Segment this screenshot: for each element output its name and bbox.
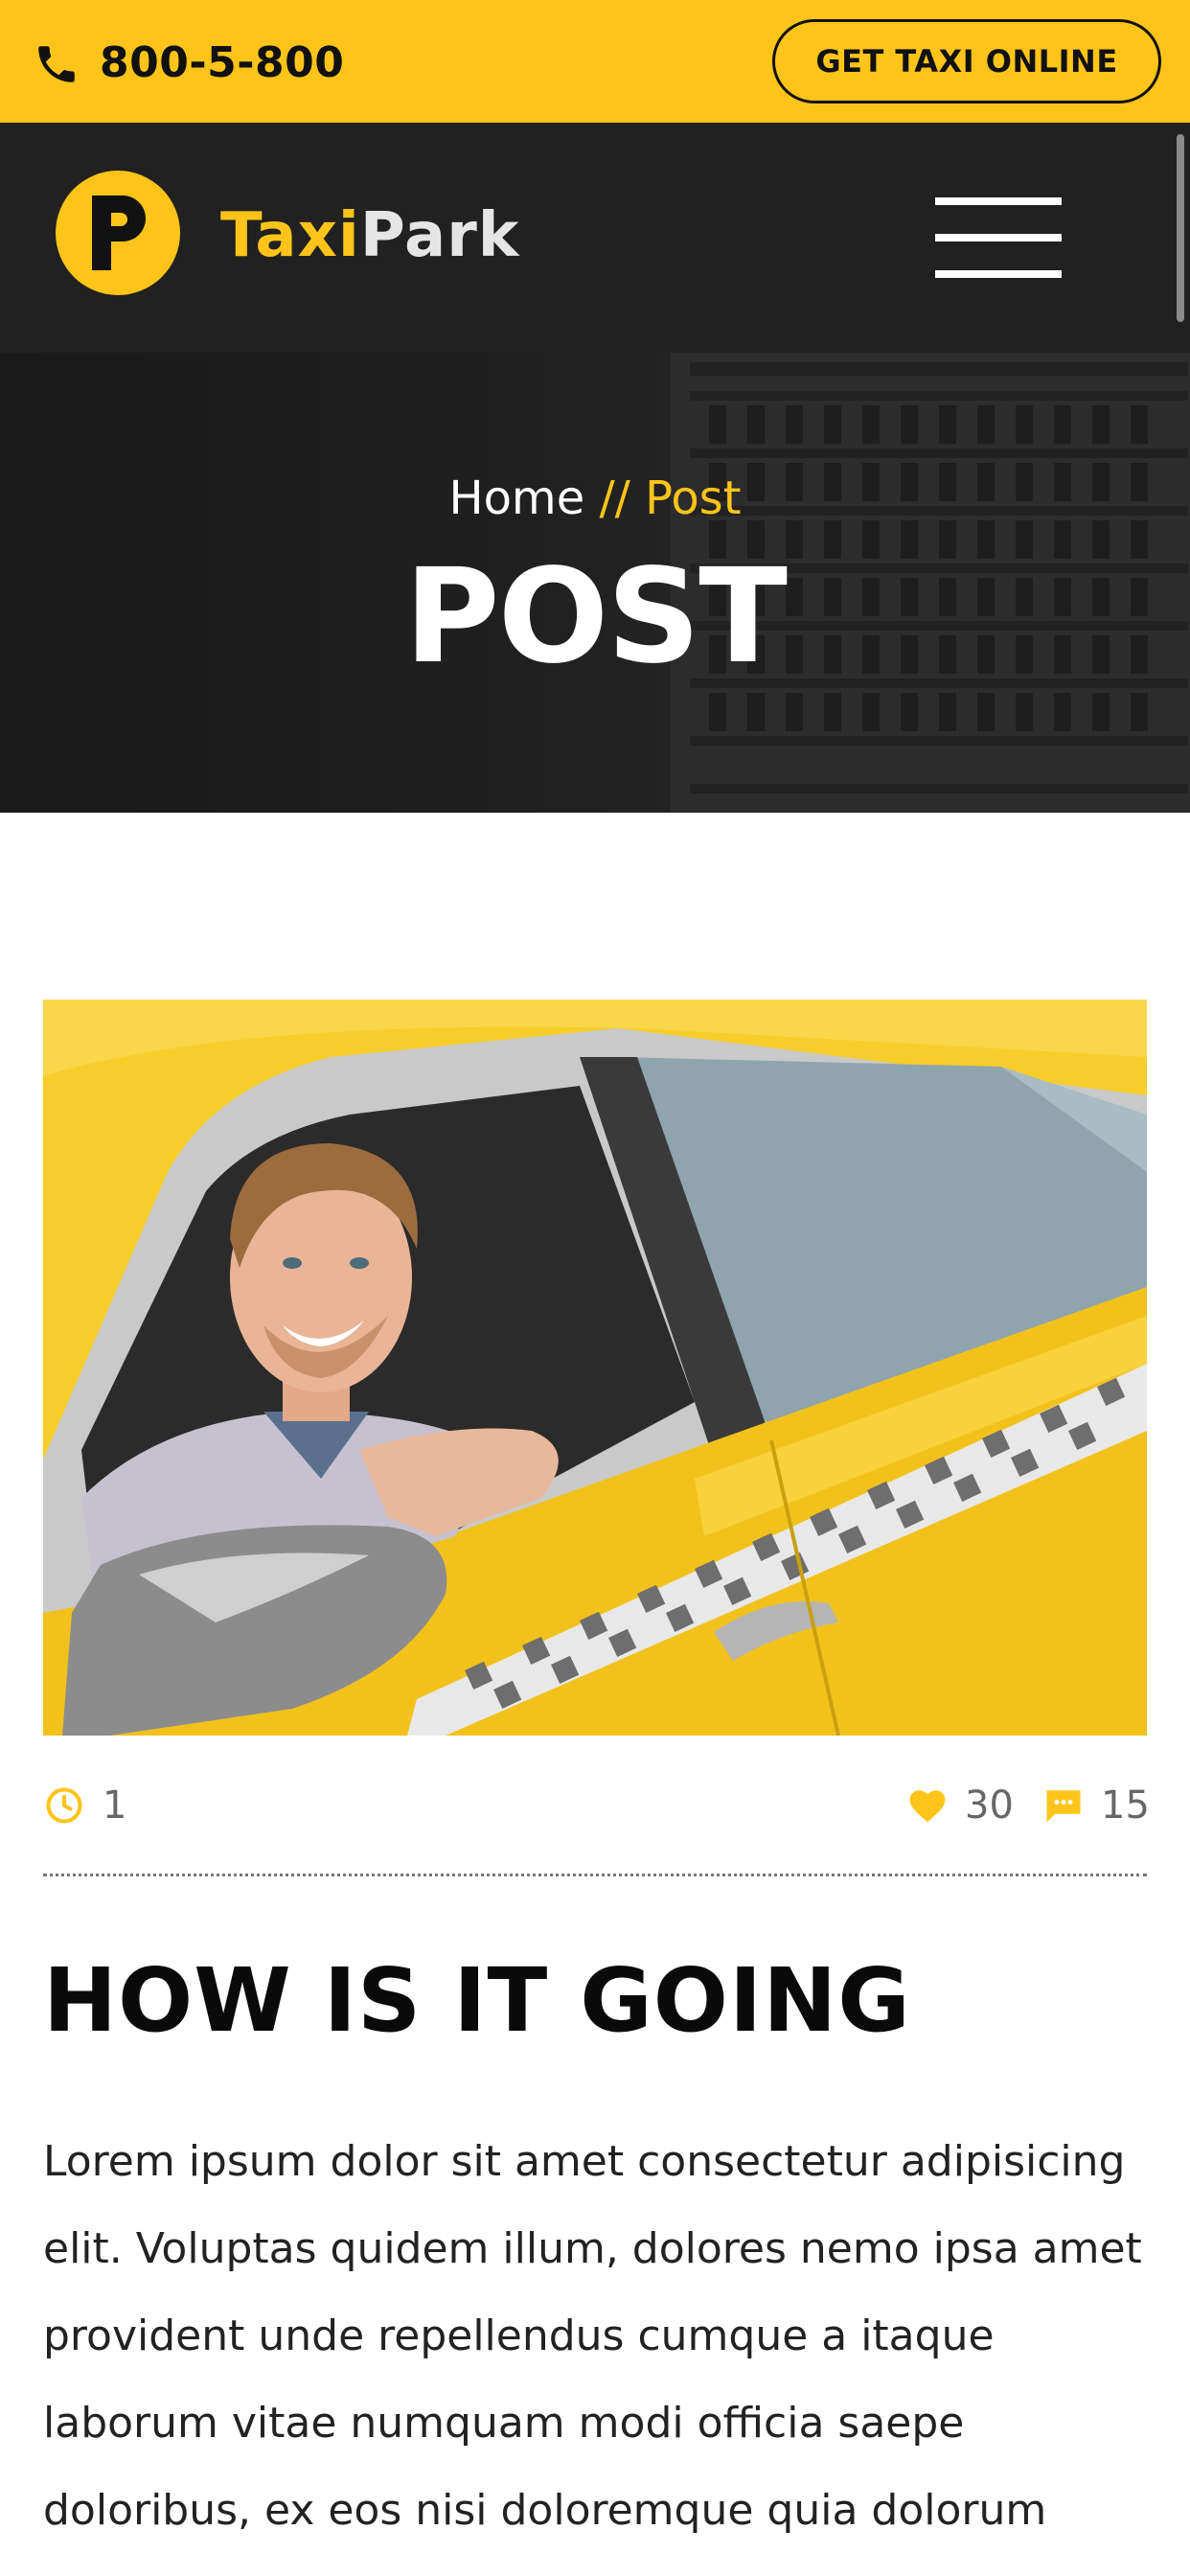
breadcrumb: Home // Post <box>0 468 1190 529</box>
phone-number[interactable]: 800-5-800 <box>100 33 344 94</box>
post-body: Lorem ipsum dolor sit amet consectetur a… <box>43 2137 1142 2535</box>
taxi-driver-photo[interactable] <box>43 1000 1147 1736</box>
phone-icon <box>38 46 75 82</box>
page-scrollbar[interactable] <box>1177 134 1184 322</box>
logo-text[interactable]: TaxiPark <box>220 197 519 274</box>
hamburger-menu-icon[interactable] <box>935 197 1062 278</box>
taxipark-logo[interactable] <box>56 171 180 295</box>
views-count: 1 <box>103 1783 127 1828</box>
menu-bar <box>935 197 1062 205</box>
meta-divider <box>43 1874 1147 1876</box>
post-title: HOW IS IT GOING <box>43 1949 911 2052</box>
page-title: POST <box>403 541 788 693</box>
likes-count: 30 <box>965 1783 1014 1828</box>
breadcrumb-separator: // <box>584 472 646 525</box>
site-header: TaxiPark <box>0 123 1190 353</box>
clock-icon <box>46 1787 82 1824</box>
get-taxi-online-button[interactable]: GET TAXI ONLINE <box>772 19 1161 104</box>
top-contact-bar: 800-5-800 GET TAXI ONLINE <box>0 0 1190 123</box>
breadcrumb-current: Post <box>645 472 742 525</box>
breadcrumb-home-link[interactable]: Home <box>448 472 584 525</box>
logo-text-taxi: Taxi <box>220 200 360 271</box>
heart-icon[interactable] <box>907 1786 948 1825</box>
menu-bar <box>935 270 1062 278</box>
taxi-driver-illustration <box>43 1000 1147 1736</box>
comments-count: 15 <box>1101 1783 1150 1828</box>
comment-icon[interactable] <box>1043 1786 1084 1825</box>
menu-bar <box>935 234 1062 242</box>
logo-text-park: Park <box>359 200 520 271</box>
post-meta: 1 30 15 <box>43 1775 1150 1836</box>
logo-p-icon <box>92 196 146 270</box>
page-hero: Home // Post POST <box>0 353 1190 813</box>
